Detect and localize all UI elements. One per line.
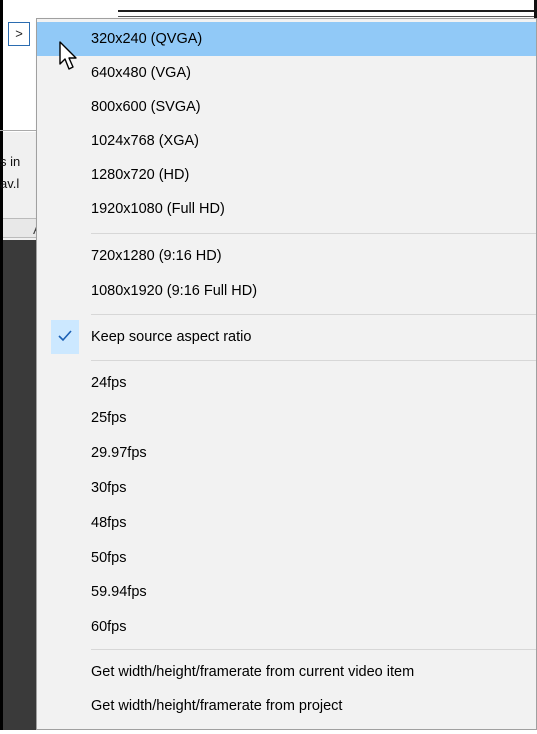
menu-item-320x240-qvga[interactable]: 320x240 (QVGA) — [37, 22, 536, 56]
expand-button[interactable]: > — [8, 22, 30, 46]
checkmark-icon — [51, 320, 79, 354]
menu-separator — [91, 649, 536, 650]
menu-separator — [91, 233, 536, 234]
menu-item-60fps[interactable]: 60fps — [37, 610, 536, 644]
menu-item-label: 320x240 (QVGA) — [91, 31, 203, 47]
menu-item-800x600-svga[interactable]: 800x600 (SVGA) — [37, 90, 536, 124]
menu-item-640x480-vga[interactable]: 640x480 (VGA) — [37, 56, 536, 90]
menu-item-1080x1920-916-full-hd[interactable]: 1080x1920 (9:16 Full HD) — [37, 274, 536, 308]
menu-item-1024x768-xga[interactable]: 1024x768 (XGA) — [37, 124, 536, 158]
menu-item-label: 59.94fps — [91, 584, 147, 600]
menu-item-label: Keep source aspect ratio — [91, 329, 252, 345]
background-text-line-1: s in — [0, 154, 21, 169]
mouse-cursor-icon — [59, 41, 77, 70]
menu-item-from-current-video-item[interactable]: Get width/height/framerate from current … — [37, 655, 536, 689]
menu-item-label: 48fps — [91, 515, 127, 531]
menu-item-label: 640x480 (VGA) — [91, 65, 191, 81]
menu-item-label: 30fps — [91, 480, 127, 496]
background-dark-panel — [3, 240, 40, 734]
menu-item-label: Get width/height/framerate from current … — [91, 664, 415, 680]
menu-item-label: 50fps — [91, 550, 127, 566]
menu-item-30fps[interactable]: 30fps — [37, 471, 536, 505]
resolution-context-menu: 320x240 (QVGA) 640x480 (VGA) 800x600 (SV… — [36, 18, 537, 730]
menu-item-label: 29.97fps — [91, 445, 147, 461]
menu-item-label: 25fps — [91, 410, 127, 426]
menu-item-label: 60fps — [91, 619, 127, 635]
background-divider — [0, 130, 40, 131]
menu-item-label: 1280x720 (HD) — [91, 167, 190, 183]
menu-item-50fps[interactable]: 50fps — [37, 541, 536, 575]
menu-item-label: 800x600 (SVGA) — [91, 99, 201, 115]
menu-item-25fps[interactable]: 25fps — [37, 401, 536, 435]
menu-item-1920x1080-full-hd[interactable]: 1920x1080 (Full HD) — [37, 192, 536, 226]
background-text-line-2: av.l — [0, 176, 20, 191]
screen-bottom-edge — [0, 730, 537, 734]
menu-item-from-project[interactable]: Get width/height/framerate from project — [37, 689, 536, 723]
menu-separator — [91, 314, 536, 315]
menu-item-720x1280-916-hd[interactable]: 720x1280 (9:16 HD) — [37, 239, 536, 273]
menu-item-label: 24fps — [91, 375, 127, 391]
background-tab[interactable]: A — [3, 218, 42, 238]
menu-item-label: 720x1280 (9:16 HD) — [91, 248, 222, 264]
menu-item-label: Get width/height/framerate from project — [91, 698, 343, 714]
menu-item-1280x720-hd[interactable]: 1280x720 (HD) — [37, 158, 536, 192]
menu-item-29-97fps[interactable]: 29.97fps — [37, 436, 536, 470]
menu-item-24fps[interactable]: 24fps — [37, 366, 536, 400]
menu-item-59-94fps[interactable]: 59.94fps — [37, 575, 536, 609]
background-border — [118, 10, 537, 12]
menu-separator — [91, 360, 536, 361]
menu-item-label: 1024x768 (XGA) — [91, 133, 200, 149]
menu-item-48fps[interactable]: 48fps — [37, 506, 536, 540]
background-border-inner — [118, 16, 537, 17]
menu-item-label: 1920x1080 (Full HD) — [91, 201, 225, 217]
menu-item-keep-source-aspect-ratio[interactable]: Keep source aspect ratio — [37, 320, 536, 354]
menu-item-label: 1080x1920 (9:16 Full HD) — [91, 283, 258, 299]
